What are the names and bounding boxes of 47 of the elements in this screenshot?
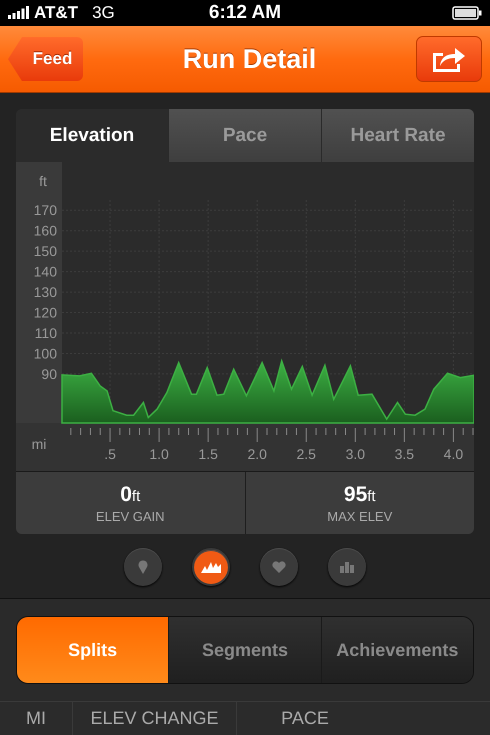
zigzag-graph-icon (201, 561, 221, 574)
x-tick-label: 3.5 (394, 446, 414, 462)
y-tick-label: 160 (34, 223, 57, 239)
x-tick-label: 2.0 (247, 446, 267, 462)
section-tab[interactable]: Segments (169, 617, 322, 684)
stat-value: 95 (344, 482, 368, 506)
x-tick-label: 2.5 (296, 446, 316, 462)
column-header: MI (0, 702, 73, 735)
share-icon (430, 45, 467, 74)
x-tick-label: 4.0 (444, 446, 464, 462)
column-header: ELEV CHANGE (73, 702, 237, 735)
clock: 6:12 AM (208, 2, 282, 24)
y-tick-label: 120 (34, 304, 57, 321)
view-button[interactable] (192, 548, 230, 586)
chart-tab[interactable]: Heart Rate (322, 109, 474, 162)
y-tick-label: 100 (34, 346, 57, 362)
x-tick-label: 1.5 (198, 446, 218, 462)
stat-value: 0 (120, 482, 132, 506)
battery-icon (452, 6, 482, 20)
screen-title: Run Detail (182, 44, 316, 75)
back-button[interactable]: Feed (8, 37, 83, 82)
y-tick-label: 140 (34, 264, 57, 280)
y-tick-label: 170 (34, 202, 57, 219)
y-axis-label: ft (39, 173, 47, 190)
y-tick-label: 150 (34, 243, 57, 260)
carrier-name: AT&T (34, 2, 78, 23)
stat-label: MAX ELEV (327, 508, 392, 524)
chart-tab[interactable]: Pace (169, 109, 322, 162)
stat-label: ELEV GAIN (96, 508, 165, 524)
stat-unit: ft (367, 488, 376, 505)
section-tab[interactable]: Achievements (322, 617, 473, 684)
section-tab[interactable]: Splits (17, 617, 170, 684)
stat-unit: ft (132, 488, 140, 505)
signal-icon (8, 6, 30, 20)
x-tick-label: 1.0 (149, 446, 169, 462)
heart-icon (272, 561, 286, 574)
map-pin-icon (138, 560, 148, 574)
network-type: 3G (92, 2, 115, 23)
y-tick-label: 90 (41, 366, 57, 382)
x-axis-label: mi (32, 436, 46, 452)
bar-chart-icon (340, 562, 354, 573)
x-tick-label: 3.0 (346, 446, 366, 462)
x-tick-label: .5 (104, 446, 116, 462)
share-button[interactable] (416, 36, 482, 82)
y-tick-label: 130 (34, 284, 57, 300)
column-header: PACE (280, 707, 330, 730)
y-tick-label: 110 (34, 325, 57, 342)
